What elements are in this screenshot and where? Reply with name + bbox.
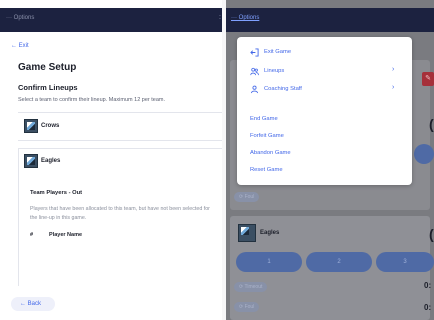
team-players-out-description: Players that have been allocated to this…: [30, 206, 210, 221]
team-players-out-title: Team Players - Out: [30, 190, 83, 196]
period-button-3[interactable]: 3: [376, 252, 434, 272]
divider: [18, 112, 222, 113]
team-logo-icon: [24, 154, 38, 168]
pencil-icon[interactable]: ✎: [422, 72, 434, 86]
exit-icon: [250, 48, 259, 57]
page-title: Game Setup: [18, 62, 77, 73]
menu-item-reset-game[interactable]: Reset Game: [250, 167, 283, 173]
exit-link[interactable]: ← Exit: [11, 43, 29, 49]
timer-text: 0:: [424, 281, 432, 290]
score-digit: (: [429, 116, 434, 132]
column-header-number: #: [30, 232, 34, 238]
period-button-2[interactable]: 2: [306, 252, 372, 272]
team-logo-icon: [24, 119, 38, 133]
team-name: Crows: [41, 123, 60, 129]
chevron-right-icon: ›: [392, 66, 395, 73]
timer-text: 0:: [424, 303, 432, 312]
timeout-button[interactable]: ⟳ Timeout: [234, 282, 268, 292]
options-menu-link[interactable]: ··· Options: [6, 15, 34, 21]
foul-button[interactable]: ⟳ Foul: [234, 192, 260, 202]
options-menu-link[interactable]: ··· Options: [231, 15, 259, 21]
section-title: Confirm Lineups: [18, 83, 78, 92]
period-button-1[interactable]: 1: [236, 252, 302, 272]
person-icon: [250, 85, 259, 94]
top-bar: ··· Options: [226, 8, 434, 32]
team-name: Eagles: [260, 230, 280, 236]
menu-item-coaching-staff[interactable]: Coaching Staff: [264, 86, 302, 92]
chevron-right-icon: ›: [392, 84, 395, 91]
menu-item-forfeit-game[interactable]: Forfeit Game: [250, 133, 284, 139]
team-logo-icon: [238, 224, 256, 242]
menu-item-abandon-game[interactable]: Abandon Game: [250, 150, 291, 156]
options-dropdown-menu: Exit Game Lineups › Coaching Staff › End…: [237, 37, 412, 185]
menu-item-end-game[interactable]: End Game: [250, 116, 278, 122]
app-root: ··· Options : ← Exit Game Setup Confirm …: [0, 0, 434, 320]
foul-button[interactable]: ⟳ Foul: [234, 302, 260, 312]
column-header-player-name: Player Name: [49, 232, 83, 238]
people-icon: [250, 67, 259, 76]
divider: [18, 140, 222, 141]
topbar-edge-icon: :: [219, 14, 221, 21]
menu-item-lineups[interactable]: Lineups: [264, 68, 284, 74]
team-name: Eagles: [41, 158, 61, 164]
score-digit: (: [429, 226, 434, 242]
game-setup-panel: ··· Options : ← Exit Game Setup Confirm …: [0, 0, 222, 320]
back-button[interactable]: ← Back: [11, 297, 55, 311]
period-button-partial: [414, 144, 434, 164]
menu-item-exit-game[interactable]: Exit Game: [264, 49, 291, 55]
top-bar: ··· Options :: [0, 8, 222, 32]
section-subtitle: Select a team to confirm their lineup. M…: [18, 97, 166, 103]
